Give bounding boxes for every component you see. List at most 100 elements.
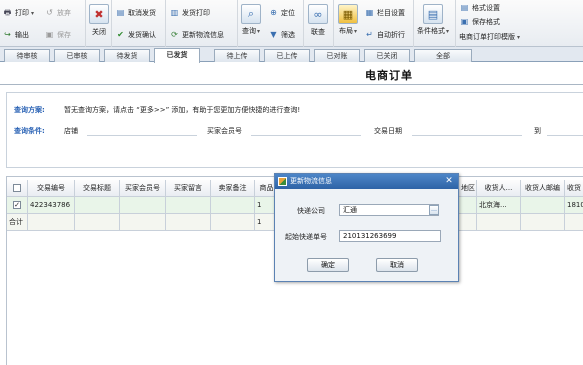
close-icon[interactable]: ✕ bbox=[444, 175, 454, 188]
select-all-checkbox[interactable] bbox=[13, 184, 21, 192]
col-header[interactable]: 交易编号 bbox=[28, 180, 75, 197]
col-header[interactable]: 收货 bbox=[565, 180, 583, 197]
tracking-no-field[interactable]: 210131263699 bbox=[339, 230, 441, 242]
chevron-down-icon: ▾ bbox=[31, 9, 35, 17]
col-header[interactable]: 交易标题 bbox=[75, 180, 120, 197]
query-panel: 查询方案: 暂无查询方案，请点击 “更多>>” 添加，有助于您更加方便快捷的进行… bbox=[6, 92, 583, 168]
ok-button[interactable]: 确定 bbox=[307, 258, 349, 272]
total-cell bbox=[477, 214, 521, 231]
save-button[interactable]: ▣ 保存 bbox=[44, 28, 71, 42]
link-query-button[interactable]: ∞ 联查 bbox=[308, 4, 328, 37]
column-settings-button[interactable]: ▦ 栏目设置 bbox=[364, 6, 405, 20]
date-to-label: 到 bbox=[534, 127, 541, 135]
title-divider bbox=[0, 84, 583, 85]
undo-icon: ↺ bbox=[46, 8, 53, 17]
total-cell bbox=[565, 214, 583, 231]
cancel-button[interactable]: 取消 bbox=[376, 258, 418, 272]
dialog-title: 更新物流信息 bbox=[290, 177, 332, 185]
row-checkbox[interactable]: ✓ bbox=[13, 201, 21, 209]
total-cell bbox=[166, 214, 211, 231]
tab-pending-review[interactable]: 待审核 bbox=[4, 49, 50, 62]
col-header[interactable]: 收货人... bbox=[477, 180, 521, 197]
layout-button[interactable]: ▦ 布局 ▾ bbox=[338, 4, 358, 36]
buyer-message-cell bbox=[166, 197, 211, 214]
tab-all[interactable]: 全部 bbox=[414, 49, 472, 62]
ribbon-group-file: 🖶 打印 ▾ ↪ 输出 ↺ 放弃 ▣ 保存 bbox=[0, 0, 86, 47]
ribbon-group-ship-print: ▥ 发货打印 ⟳ 更新物流信息 bbox=[166, 0, 238, 47]
tab-pending-ship[interactable]: 待发货 bbox=[104, 49, 150, 62]
trade-title-cell bbox=[75, 197, 120, 214]
trade-date-from-input[interactable] bbox=[412, 135, 522, 136]
chevron-down-icon: ▾ bbox=[446, 27, 450, 35]
receiver-zip-cell bbox=[521, 197, 565, 214]
chevron-down-icon: ▾ bbox=[517, 33, 521, 41]
total-cell bbox=[28, 214, 75, 231]
print-template-select[interactable]: 电商订单打印模版 ▾ bbox=[459, 30, 520, 44]
trade-no-cell: 422343786 bbox=[28, 197, 75, 214]
filter-button[interactable]: ▼ 筛选 bbox=[268, 28, 295, 42]
col-header[interactable]: 买家会员号 bbox=[120, 180, 166, 197]
cancel-ship-icon: ▤ bbox=[116, 8, 125, 17]
ribbon-group-layout: ▦ 布局 ▾ ▦ 栏目设置 ↵ 自动折行 bbox=[334, 0, 414, 47]
tab-closed[interactable]: 已关闭 bbox=[364, 49, 410, 62]
tab-reconciled[interactable]: 已对账 bbox=[314, 49, 360, 62]
store-input[interactable] bbox=[87, 135, 197, 136]
col-header[interactable]: 买家留言 bbox=[166, 180, 211, 197]
close-button[interactable]: ✖ 关闭 bbox=[89, 4, 109, 37]
export-button[interactable]: ↪ 输出 bbox=[2, 28, 29, 42]
ribbon-group-cond-format: ▤ 条件格式 ▾ bbox=[414, 0, 456, 47]
dialog-titlebar[interactable]: 更新物流信息 ✕ bbox=[275, 174, 458, 189]
link-icon: ∞ bbox=[308, 4, 328, 24]
update-logistics-button[interactable]: ⟳ 更新物流信息 bbox=[169, 28, 224, 42]
tab-uploaded[interactable]: 已上传 bbox=[264, 49, 310, 62]
save-format-icon: ▣ bbox=[460, 17, 469, 26]
print-button[interactable]: 🖶 打印 ▾ bbox=[2, 6, 34, 20]
query-button[interactable]: ⌕ 查询 ▾ bbox=[241, 4, 261, 36]
tracking-no-label: 起始快递单号 bbox=[285, 233, 327, 241]
ribbon-group-query: ⌕ 查询 ▾ ⊕ 定位 ▼ 筛选 bbox=[238, 0, 304, 47]
tab-pending-upload[interactable]: 待上传 bbox=[214, 49, 260, 62]
cancel-ship-button[interactable]: ▤ 取消发货 bbox=[115, 6, 156, 20]
locate-button[interactable]: ⊕ 定位 bbox=[268, 6, 295, 20]
abandon-button[interactable]: ↺ 放弃 bbox=[44, 6, 71, 20]
columns-icon: ▦ bbox=[365, 8, 374, 17]
locate-icon: ⊕ bbox=[270, 8, 277, 17]
printer-icon: 🖶 bbox=[3, 8, 12, 17]
save-format-button[interactable]: ▣ 保存格式 bbox=[459, 15, 500, 29]
select-all-cell[interactable] bbox=[7, 180, 28, 197]
courier-label: 快递公司 bbox=[297, 207, 325, 215]
total-cell bbox=[211, 214, 255, 231]
col-header[interactable]: 卖家备注 bbox=[211, 180, 255, 197]
layout-icon: ▦ bbox=[338, 4, 358, 24]
ribbon-toolbar: 🖶 打印 ▾ ↪ 输出 ↺ 放弃 ▣ 保存 ✖ 关闭 ▤ 取消发货 ✔ 发货确认… bbox=[0, 0, 583, 47]
row-select-cell[interactable]: ✓ bbox=[7, 197, 28, 214]
total-cell bbox=[120, 214, 166, 231]
col-header[interactable]: 收货人邮编 bbox=[521, 180, 565, 197]
query-condition-label: 查询条件: bbox=[14, 127, 45, 135]
refresh-icon: ⟳ bbox=[171, 30, 178, 39]
conditional-format-icon: ▤ bbox=[423, 4, 443, 24]
confirm-ship-button[interactable]: ✔ 发货确认 bbox=[115, 28, 156, 42]
status-tabs: 待审核 已审核 待发货 已发货 待上传 已上传 已对账 已关闭 全部 bbox=[0, 47, 583, 63]
conditional-format-button[interactable]: ▤ 条件格式 ▾ bbox=[417, 4, 449, 36]
page-title: 电商订单 bbox=[365, 69, 413, 82]
courier-field[interactable]: 汇通 bbox=[339, 204, 439, 216]
tab-reviewed[interactable]: 已审核 bbox=[54, 49, 100, 62]
magnifier-icon: ⌕ bbox=[241, 4, 261, 24]
check-icon: ✔ bbox=[117, 30, 124, 39]
trade-date-to-input[interactable] bbox=[547, 135, 583, 136]
app-icon bbox=[278, 177, 287, 186]
format-settings-button[interactable]: ▤ 格式设置 bbox=[459, 1, 500, 15]
export-icon: ↪ bbox=[4, 30, 11, 39]
total-cell bbox=[459, 214, 477, 231]
member-input[interactable] bbox=[251, 135, 361, 136]
ship-print-button[interactable]: ▥ 发货打印 bbox=[169, 6, 210, 20]
auto-wrap-button[interactable]: ↵ 自动折行 bbox=[364, 28, 405, 42]
ribbon-group-close: ✖ 关闭 bbox=[86, 0, 112, 47]
store-label: 店铺 bbox=[64, 127, 78, 135]
update-logistics-dialog: 更新物流信息 ✕ 快递公司 汇通 … 起始快递单号 210131263699 确… bbox=[274, 173, 459, 282]
col-header[interactable]: 地区 bbox=[459, 180, 477, 197]
tab-shipped[interactable]: 已发货 bbox=[154, 48, 200, 63]
query-scheme-label: 查询方案: bbox=[14, 106, 45, 114]
lookup-icon[interactable]: … bbox=[429, 205, 439, 215]
